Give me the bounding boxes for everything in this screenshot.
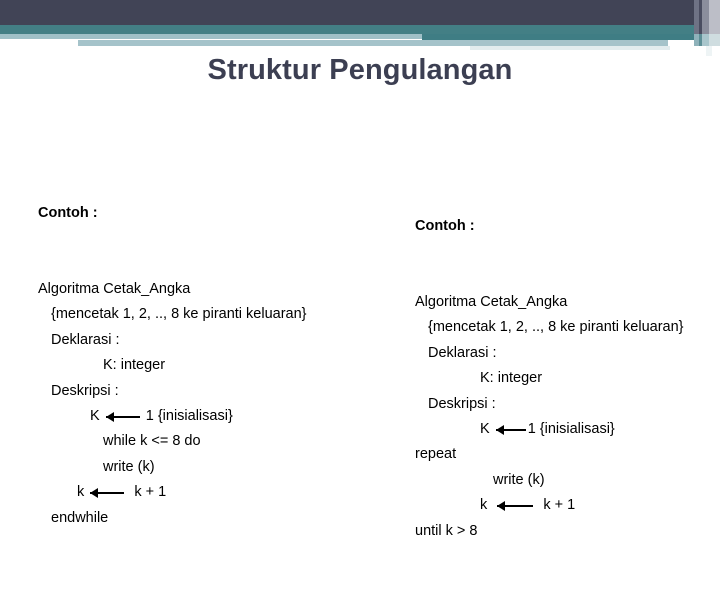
header-band-faint xyxy=(470,46,670,50)
code-line: write (k) xyxy=(38,455,307,480)
code-line: {mencetak 1, 2, .., 8 ke piranti keluara… xyxy=(38,302,307,327)
example-while-block: Contoh : Algoritma Cetak_Angka {mencetak … xyxy=(38,150,307,582)
code-line: Deklarasi : xyxy=(415,341,684,366)
code-text: k + 1 xyxy=(126,484,167,501)
code-text: K xyxy=(90,408,104,425)
header-band-teal xyxy=(0,25,694,34)
code-text: Algoritma Cetak_Angka xyxy=(415,294,568,311)
example-repeat-heading: Contoh : xyxy=(415,217,475,234)
code-line: k k + 1 xyxy=(38,480,307,505)
code-line: {mencetak 1, 2, .., 8 ke piranti keluara… xyxy=(415,315,684,340)
code-text: Deskripsi : xyxy=(428,395,496,412)
accent-strip-8 xyxy=(709,34,720,46)
code-line: while k <= 8 do xyxy=(38,429,307,454)
code-text: until k > 8 xyxy=(415,522,478,539)
code-text: repeat xyxy=(415,446,457,463)
code-text: write (k) xyxy=(103,458,155,475)
code-text: k xyxy=(480,497,496,514)
assignment-arrow-icon xyxy=(105,411,140,422)
accent-strip-3 xyxy=(702,0,709,34)
example-repeat-lines: Algoritma Cetak_Angka {mencetak 1, 2, ..,… xyxy=(415,290,684,544)
code-text: k + 1 xyxy=(535,497,576,514)
code-line: K 1 {inisialisasi} xyxy=(38,404,307,429)
header-band-light xyxy=(0,34,430,39)
code-line: write (k) xyxy=(415,468,684,493)
code-line: Algoritma Cetak_Angka xyxy=(415,290,684,315)
code-line: K: integer xyxy=(38,353,307,378)
code-line: K: integer xyxy=(415,366,684,391)
code-text: K: integer xyxy=(480,370,543,387)
code-line: Deklarasi : xyxy=(38,328,307,353)
assignment-arrow-icon xyxy=(497,500,534,511)
code-text: 1 {inisialisasi} xyxy=(141,408,233,425)
code-text: Deklarasi : xyxy=(51,331,120,348)
code-text: {mencetak 1, 2, .., 8 ke piranti keluara… xyxy=(428,319,684,336)
code-text: K xyxy=(480,421,494,438)
code-text: k xyxy=(77,484,89,501)
accent-strip-4 xyxy=(709,0,720,34)
code-text: Deskripsi : xyxy=(51,382,119,399)
code-line: k k + 1 xyxy=(415,493,684,518)
code-text: Deklarasi : xyxy=(428,344,497,361)
code-text: write (k) xyxy=(493,471,545,488)
example-repeat-block: Contoh : Algoritma Cetak_Angka {mencetak … xyxy=(415,163,684,595)
code-text: K: integer xyxy=(103,357,166,374)
example-while-lines: Algoritma Cetak_Angka {mencetak 1, 2, ..,… xyxy=(38,277,307,531)
code-line: Deskripsi : xyxy=(38,379,307,404)
header-band-navy xyxy=(0,0,720,25)
example-while-heading: Contoh : xyxy=(38,204,98,221)
accent-strip-7 xyxy=(702,34,709,46)
code-text: {mencetak 1, 2, .., 8 ke piranti keluara… xyxy=(51,306,307,323)
code-line: endwhile xyxy=(38,506,307,531)
code-text: while k <= 8 do xyxy=(103,433,201,450)
code-text: Algoritma Cetak_Angka xyxy=(38,281,191,298)
slide: Struktur Pengulangan Contoh : Algoritma … xyxy=(0,0,720,540)
assignment-arrow-icon xyxy=(90,487,125,498)
page-title: Struktur Pengulangan xyxy=(207,54,513,86)
code-line: Deskripsi : xyxy=(415,392,684,417)
code-line: K 1 {inisialisasi} xyxy=(415,417,684,442)
code-line: repeat xyxy=(415,442,684,467)
code-line: Algoritma Cetak_Angka xyxy=(38,277,307,302)
code-text: endwhile xyxy=(51,509,109,526)
code-line: until k > 8 xyxy=(415,519,684,544)
code-text: 1 {inisialisasi} xyxy=(527,421,615,438)
assignment-arrow-icon xyxy=(495,424,526,435)
